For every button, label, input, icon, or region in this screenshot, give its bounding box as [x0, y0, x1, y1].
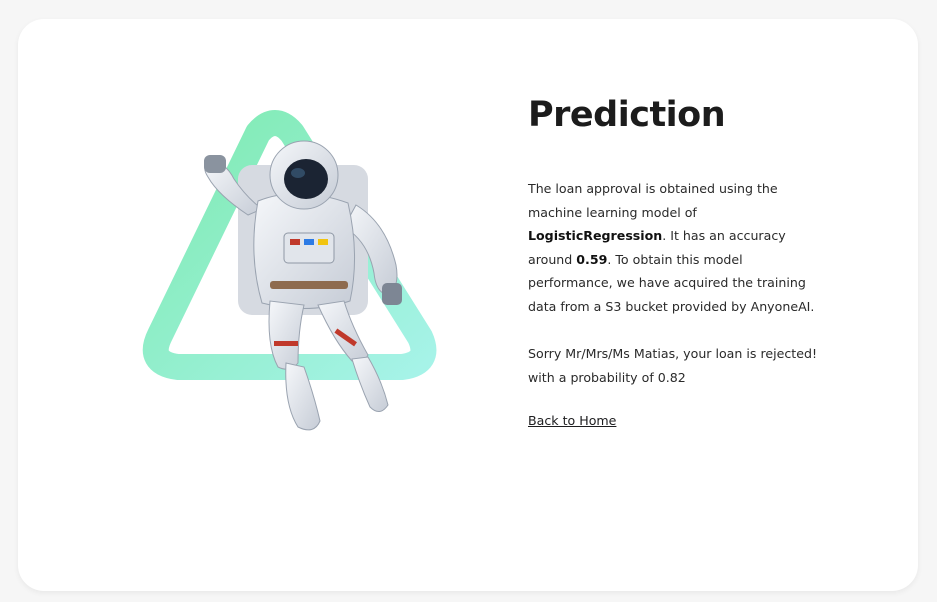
description-text-1: The loan approval is obtained using the …: [528, 181, 778, 220]
model-description: The loan approval is obtained using the …: [528, 177, 828, 318]
model-name: LogisticRegression: [528, 228, 663, 243]
prediction-result: Sorry Mr/Mrs/Ms Matias, your loan is rej…: [528, 342, 828, 389]
prediction-card: Prediction The loan approval is obtained…: [18, 19, 918, 591]
astronaut-illustration: [142, 110, 437, 431]
back-to-home-link[interactable]: Back to Home: [528, 413, 616, 428]
astronaut-icon: [204, 140, 402, 431]
page-title: Prediction: [528, 95, 726, 135]
result-probability: with a probability of 0.82: [528, 369, 686, 385]
result-message: Sorry Mr/Mrs/Ms Matias, your loan is rej…: [528, 346, 817, 361]
prediction-content: Prediction The loan approval is obtained…: [528, 93, 828, 429]
accuracy-value: 0.59: [576, 251, 608, 267]
